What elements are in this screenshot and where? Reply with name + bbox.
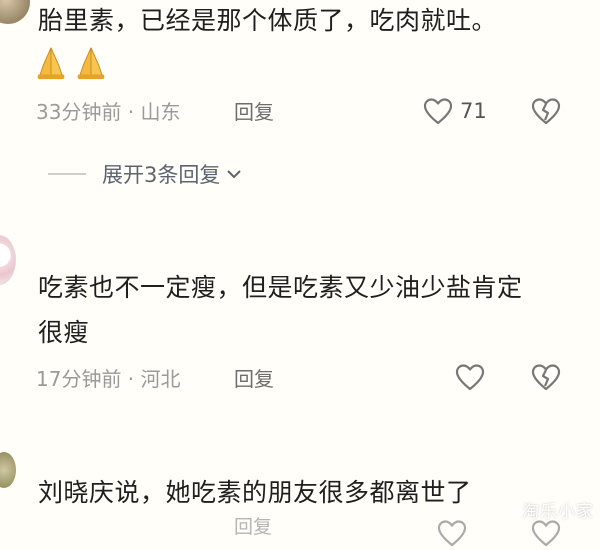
heart-icon[interactable] — [436, 518, 468, 550]
avatar[interactable] — [0, 235, 16, 285]
broken-heart-icon[interactable] — [530, 518, 562, 550]
emoji-row — [32, 44, 110, 82]
avatar[interactable] — [0, 0, 30, 24]
like-count: 71 — [460, 99, 487, 123]
broken-heart-icon[interactable] — [530, 362, 562, 394]
comment-meta: 17分钟前 · 河北 — [36, 367, 181, 391]
expand-replies-label: 展开3条回复 — [102, 163, 221, 187]
reply-button[interactable]: 回复 — [234, 369, 274, 389]
divider-line — [48, 173, 86, 175]
comment-meta: 33分钟前 · 山东 — [36, 100, 181, 124]
watermark: 淘乐小家 — [522, 502, 594, 522]
chevron-down-icon — [227, 170, 242, 179]
broken-heart-icon[interactable] — [530, 96, 562, 128]
folded-hands-emoji — [77, 47, 105, 80]
comment-text: 刘晓庆说，她吃素的朋友很多都离世了 — [38, 478, 472, 507]
heart-icon[interactable] — [454, 362, 486, 394]
comment-text-line2: 很瘦 — [38, 318, 90, 347]
folded-hands-emoji — [37, 47, 65, 80]
comment-text: 胎里素，已经是那个体质了，吃肉就吐。 — [38, 6, 498, 35]
heart-icon[interactable] — [422, 96, 454, 128]
avatar[interactable] — [0, 452, 16, 488]
expand-replies-button[interactable]: 展开3条回复 — [48, 159, 242, 189]
reply-button[interactable]: 回复 — [234, 102, 274, 122]
reply-button[interactable]: 回复 — [234, 518, 272, 537]
comment-text-line1: 吃素也不一定瘦，但是吃素又少油少盐肯定 — [38, 273, 523, 302]
